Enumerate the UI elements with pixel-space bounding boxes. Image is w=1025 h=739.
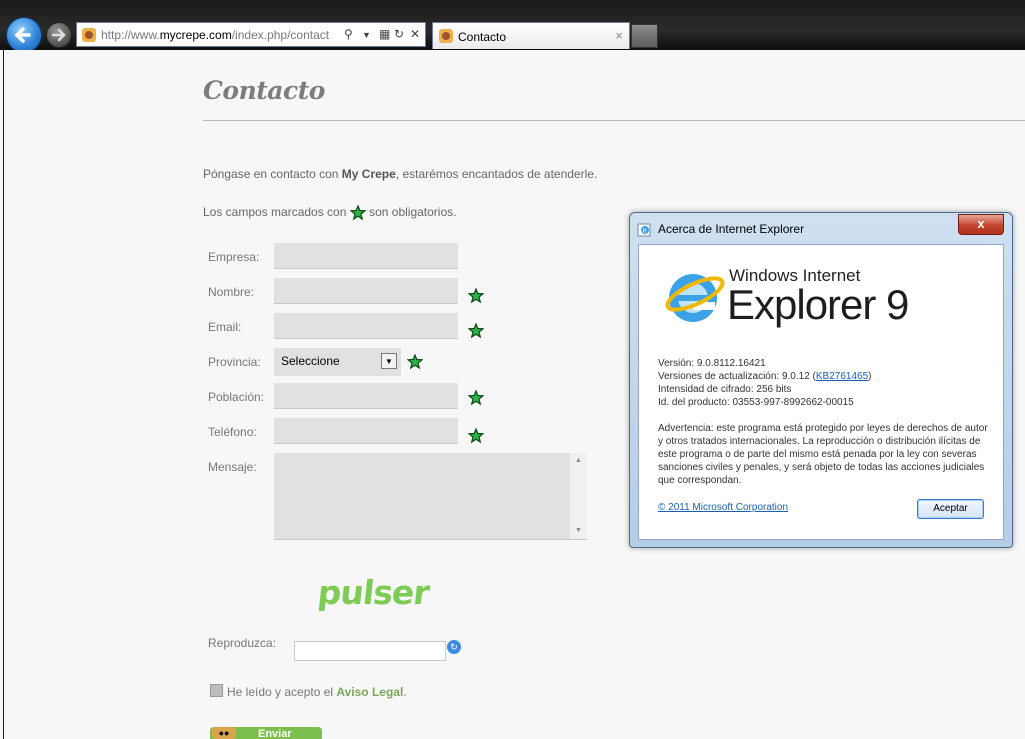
browser-toolbar: http://www.mycrepe.com/index.php/contact… bbox=[0, 0, 1025, 53]
label-poblacion: Población: bbox=[208, 390, 265, 404]
page-title: Contacto bbox=[203, 76, 325, 105]
divider bbox=[203, 120, 1025, 121]
dropdown-icon[interactable]: ▼ bbox=[362, 30, 371, 40]
chevron-down-icon[interactable]: ▼ bbox=[381, 353, 397, 369]
tab-close-icon[interactable]: × bbox=[615, 28, 623, 43]
aviso-legal-link[interactable]: Aviso Legal bbox=[336, 685, 403, 699]
dialog-title: Acerca de Internet Explorer bbox=[658, 222, 805, 236]
new-tab-button[interactable] bbox=[631, 24, 658, 48]
legal-checkbox[interactable] bbox=[210, 684, 223, 697]
required-note: Los campos marcados con son obligatorios… bbox=[203, 205, 457, 221]
send-button[interactable]: ●● Enviar bbox=[210, 727, 322, 739]
captcha-input[interactable] bbox=[294, 641, 446, 661]
ie-logo-icon bbox=[665, 274, 725, 322]
svg-text:e: e bbox=[643, 228, 647, 235]
compatibility-icon[interactable]: ▦ bbox=[379, 27, 390, 41]
required-star-icon bbox=[468, 428, 484, 444]
site-favicon-icon bbox=[82, 28, 96, 42]
captcha-image: pulser bbox=[315, 573, 431, 612]
version-info: Versión: 9.0.8112.16421 Versiones de act… bbox=[658, 358, 872, 408]
label-empresa: Empresa: bbox=[208, 250, 260, 264]
stop-icon[interactable]: ✕ bbox=[410, 27, 420, 41]
label-nombre: Nombre: bbox=[208, 285, 255, 299]
address-url[interactable]: http://www.mycrepe.com/index.php/contact bbox=[101, 28, 341, 42]
email-input[interactable] bbox=[274, 313, 458, 339]
required-star-icon bbox=[407, 354, 423, 370]
tab-title: Contacto bbox=[458, 30, 507, 44]
telefono-input[interactable] bbox=[274, 418, 458, 444]
required-star-icon bbox=[349, 205, 366, 221]
captcha-refresh-icon[interactable]: ↻ bbox=[447, 640, 461, 654]
ok-button[interactable]: Aceptar bbox=[917, 499, 984, 519]
tab-contacto[interactable]: Contacto × bbox=[432, 22, 630, 49]
search-icon[interactable]: ⚲ bbox=[344, 27, 353, 41]
provincia-select[interactable]: Seleccione ▼ bbox=[274, 348, 401, 376]
copyright-warning: Advertencia: este programa está protegid… bbox=[658, 423, 988, 486]
mensaje-textarea[interactable]: ▲ ▼ bbox=[274, 453, 587, 540]
label-telefono: Teléfono: bbox=[208, 425, 257, 439]
label-mensaje: Mensaje: bbox=[208, 460, 257, 474]
close-icon[interactable]: x bbox=[958, 214, 1004, 235]
explorer-9-text: Explorer 9 bbox=[727, 281, 909, 328]
poblacion-input[interactable] bbox=[274, 383, 458, 409]
back-button[interactable] bbox=[6, 17, 42, 53]
legal-checkbox-row: He leído y acepto el Aviso Legal. bbox=[210, 684, 407, 699]
intro-text: Póngase en contacto con My Crepe, estaré… bbox=[203, 167, 598, 181]
microsoft-copyright-link[interactable]: © 2011 Microsoft Corporation bbox=[658, 502, 788, 513]
required-star-icon bbox=[468, 390, 484, 406]
refresh-icon[interactable]: ↻ bbox=[394, 27, 404, 41]
scroll-down-icon[interactable]: ▼ bbox=[575, 527, 582, 534]
tab-favicon-icon bbox=[439, 29, 453, 43]
scroll-up-icon[interactable]: ▲ bbox=[575, 457, 582, 464]
required-star-icon bbox=[468, 288, 484, 304]
label-provincia: Provincia: bbox=[208, 355, 261, 369]
address-bar[interactable]: http://www.mycrepe.com/index.php/contact… bbox=[76, 22, 426, 47]
crepe-mascot-icon: ●● bbox=[212, 727, 236, 739]
about-ie-dialog: e Acerca de Internet Explorer x Windows … bbox=[629, 212, 1013, 548]
required-star-icon bbox=[468, 323, 484, 339]
label-reproduzca: Reproduzca: bbox=[208, 636, 277, 650]
back-arrow-icon bbox=[14, 27, 31, 43]
kb-link[interactable]: KB2761465 bbox=[816, 371, 868, 382]
textarea-scrollbar[interactable]: ▲ ▼ bbox=[570, 453, 587, 539]
nombre-input[interactable] bbox=[274, 278, 458, 304]
provincia-selected-value: Seleccione bbox=[281, 354, 340, 368]
ie-title-icon: e bbox=[637, 223, 651, 237]
empresa-input[interactable] bbox=[274, 243, 458, 269]
send-label: Enviar bbox=[258, 728, 292, 739]
forward-arrow-icon bbox=[51, 28, 66, 42]
label-email: Email: bbox=[208, 320, 242, 334]
dialog-body: Windows Internet Explorer 9 Versión: 9.0… bbox=[638, 244, 1004, 540]
forward-button[interactable] bbox=[46, 22, 72, 48]
